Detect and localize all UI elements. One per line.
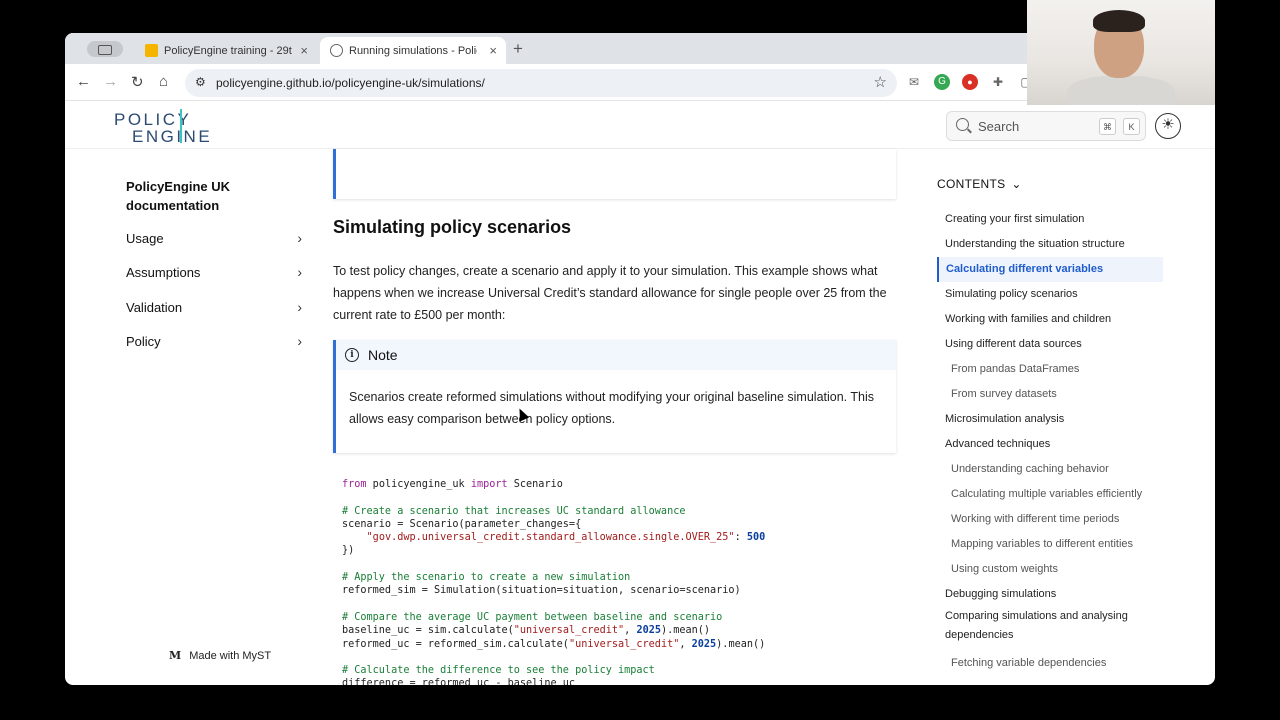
toc-item[interactable]: Simulating policy scenarios: [938, 282, 1164, 307]
search-input[interactable]: Search ⌘ K: [946, 111, 1146, 141]
theme-toggle-sun-icon[interactable]: ☀: [1155, 113, 1181, 139]
chevron-right-icon[interactable]: ›: [297, 333, 302, 349]
back-icon[interactable]: ←: [76, 73, 91, 90]
sidebar-item-assumptions[interactable]: Assumptions ›: [126, 264, 302, 280]
logo-line-1: POLICY: [114, 110, 192, 129]
tab-search-icon[interactable]: [87, 41, 123, 57]
made-with-label: Made with MyST: [189, 650, 272, 662]
note-header: i Note: [336, 340, 896, 370]
logo-bar: [180, 109, 182, 143]
note-title: Note: [368, 347, 398, 363]
sidebar-item-label: Validation: [126, 300, 183, 315]
new-tab-icon[interactable]: +: [513, 39, 523, 59]
toc-subitem[interactable]: From pandas DataFrames: [938, 357, 1164, 382]
policyengine-logo[interactable]: POLICY ENGINE: [114, 109, 213, 146]
slides-icon: [145, 44, 158, 57]
sidebar-title[interactable]: PolicyEngine UK documentation: [126, 177, 306, 215]
toc-item[interactable]: Understanding the situation structure: [938, 232, 1164, 257]
reload-icon[interactable]: ↻: [131, 73, 144, 91]
note-callout: i Note Scenarios create reformed simulat…: [333, 340, 896, 453]
sidebar-item-usage[interactable]: Usage ›: [126, 230, 302, 246]
toc-item[interactable]: Advanced techniques: [938, 432, 1164, 457]
mail-extension-icon[interactable]: ✉: [906, 74, 922, 90]
browser-window: PolicyEngine training - 29th A × Running…: [65, 33, 1215, 685]
url-input[interactable]: ⚙ policyengine.github.io/policyengine-uk…: [185, 69, 897, 97]
record-extension-icon[interactable]: ●: [962, 74, 978, 90]
forward-icon[interactable]: →: [103, 73, 118, 90]
close-icon[interactable]: ×: [489, 43, 497, 58]
toc-item[interactable]: Creating your first simulation: [938, 207, 1164, 232]
toc-heading-label: CONTENTS: [937, 177, 1006, 191]
webcam-hair: [1093, 10, 1145, 32]
toc-subitem[interactable]: Mapping variables to different entities: [938, 532, 1164, 557]
site-header: POLICY ENGINE Search ⌘ K ☀: [65, 101, 1215, 149]
home-icon[interactable]: ⌂: [159, 73, 168, 90]
toc-subitem[interactable]: Understanding caching behavior: [938, 457, 1164, 482]
search-icon: [956, 118, 969, 131]
toc-subitem[interactable]: Using custom weights: [938, 557, 1164, 582]
toc-subitem[interactable]: Calculating multiple variables efficient…: [938, 482, 1164, 507]
bookmark-star-icon[interactable]: ☆: [874, 73, 887, 91]
tab-title: Running simulations - PolicyE: [349, 44, 477, 57]
extensions-puzzle-icon[interactable]: ✚: [990, 74, 1006, 90]
close-icon[interactable]: ×: [300, 43, 308, 58]
myst-logo-icon: M: [169, 649, 182, 662]
tab-title: PolicyEngine training - 29th A: [164, 44, 292, 57]
table-of-contents: CONTENTS ⌄ Creating your first simulation…: [937, 177, 1167, 669]
shortcut-k: K: [1123, 118, 1140, 135]
tab-simulations[interactable]: Running simulations - PolicyE ×: [320, 37, 506, 64]
site-info-icon[interactable]: ⚙: [195, 75, 206, 89]
toc-subitem[interactable]: Fetching variable dependencies: [938, 651, 1164, 676]
tab-training[interactable]: PolicyEngine training - 29th A ×: [135, 37, 317, 64]
globe-icon: [330, 44, 343, 57]
url-text: policyengine.github.io/policyengine-uk/s…: [216, 76, 485, 90]
toc-heading[interactable]: CONTENTS ⌄: [937, 177, 1167, 191]
webcam-overlay: [1027, 0, 1215, 105]
sidebar-item-label: Policy: [126, 334, 161, 349]
made-with-myst-link[interactable]: M Made with MyST: [169, 649, 271, 662]
sidebar-item-label: Assumptions: [126, 265, 201, 280]
sidebar-item-policy[interactable]: Policy ›: [126, 333, 302, 349]
toc-item[interactable]: Microsimulation analysis: [938, 407, 1164, 432]
note-body: Scenarios create reformed simulations wi…: [349, 390, 875, 426]
intro-paragraph: To test policy changes, create a scenari…: [333, 264, 887, 322]
code-block[interactable]: from policyengine_uk import Scenario # C…: [333, 466, 896, 685]
previous-callout: [333, 149, 896, 199]
left-sidebar: PolicyEngine UK documentation Usage › As…: [126, 177, 306, 349]
chevron-down-icon[interactable]: ⌄: [1011, 177, 1021, 191]
sidebar-item-validation[interactable]: Validation ›: [126, 299, 302, 315]
toc-item[interactable]: Working with families and children: [938, 307, 1164, 332]
sidebar-item-label: Usage: [126, 231, 164, 246]
toc-subitem[interactable]: Working with different time periods: [938, 507, 1164, 532]
chevron-right-icon[interactable]: ›: [297, 264, 302, 280]
toc-item-active[interactable]: Calculating different variables: [937, 257, 1163, 282]
logo-line-2: ENGINE: [132, 127, 213, 146]
grammarly-extension-icon[interactable]: G: [934, 74, 950, 90]
toc-item[interactable]: Comparing simulations and analysing depe…: [938, 604, 1148, 645]
section-heading: Simulating policy scenarios: [333, 217, 572, 237]
toc-subitem[interactable]: From survey datasets: [938, 382, 1164, 407]
webcam-body: [1067, 76, 1175, 105]
info-icon: i: [345, 348, 359, 362]
shortcut-cmd: ⌘: [1099, 118, 1116, 135]
search-placeholder: Search: [978, 119, 1020, 134]
toc-item[interactable]: Using different data sources: [938, 332, 1164, 357]
chevron-right-icon[interactable]: ›: [297, 230, 302, 246]
chevron-right-icon[interactable]: ›: [297, 299, 302, 315]
